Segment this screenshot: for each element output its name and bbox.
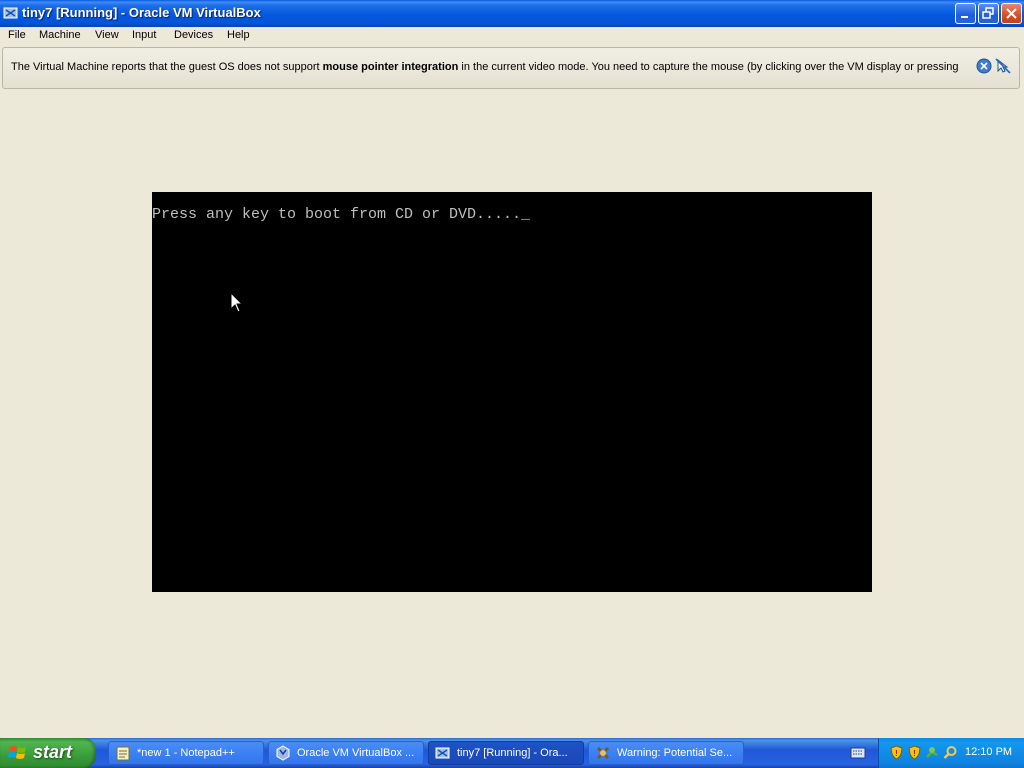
taskbar-item-label: Warning: Potential Se...	[617, 747, 733, 759]
system-tray: ! ! 12:10 PM	[878, 738, 1024, 768]
menu-file[interactable]: File	[8, 29, 26, 41]
virtualbox-icon	[276, 745, 290, 761]
close-icon	[1006, 8, 1017, 19]
vm-display[interactable]: Press any key to boot from CD or DVD....…	[152, 192, 872, 592]
notepad-plus-icon	[116, 746, 130, 761]
search-icon[interactable]	[943, 745, 958, 760]
mouse-integration-notification: The Virtual Machine reports that the gue…	[2, 47, 1020, 89]
close-button[interactable]	[1001, 3, 1022, 24]
menu-machine[interactable]: Machine	[39, 29, 81, 41]
start-label: start	[33, 742, 73, 762]
notification-text-bold: mouse pointer integration	[322, 61, 459, 73]
taskbar: start *new 1 - Notepad++ Oracle VM Virtu…	[0, 738, 1024, 768]
minimize-button[interactable]	[955, 3, 976, 24]
notification-text-start: The Virtual Machine reports that the gue…	[11, 61, 323, 73]
restore-icon	[982, 7, 994, 19]
start-button[interactable]: start	[0, 738, 96, 768]
mouse-cursor-icon	[230, 292, 244, 313]
taskbar-item-warning[interactable]: Warning: Potential Se...	[588, 741, 744, 765]
boot-message: Press any key to boot from CD or DVD....…	[152, 206, 531, 223]
windows-logo-icon	[8, 746, 26, 759]
notification-message: The Virtual Machine reports that the gue…	[11, 61, 966, 73]
taskbar-item-label: *new 1 - Notepad++	[137, 747, 235, 759]
virtualbox-vm-icon	[435, 747, 450, 759]
menu-devices[interactable]: Devices	[174, 29, 213, 41]
security-alert-icon[interactable]: !	[907, 745, 922, 760]
svg-text:!: !	[895, 749, 898, 758]
menu-bar: File Machine View Input Devices Help	[0, 27, 1024, 45]
warning-app-icon	[596, 746, 610, 760]
svg-text:!: !	[913, 749, 916, 758]
menu-help[interactable]: Help	[227, 29, 250, 41]
taskbar-item-tiny7[interactable]: tiny7 [Running] - Ora...	[428, 741, 584, 765]
notification-text-end: in the current video mode. You need to c…	[458, 61, 959, 73]
taskbar-item-notepad[interactable]: *new 1 - Notepad++	[108, 741, 264, 765]
window-title: tiny7 [Running] - Oracle VM VirtualBox	[22, 5, 261, 20]
virtualbox-icon	[3, 7, 18, 19]
security-shield-icon[interactable]: !	[889, 745, 904, 760]
window-title-bar[interactable]: tiny7 [Running] - Oracle VM VirtualBox	[0, 0, 1024, 27]
close-notification-icon[interactable]	[976, 58, 992, 74]
mouse-integration-icon[interactable]	[995, 58, 1011, 74]
network-icon[interactable]	[925, 745, 940, 760]
menu-view[interactable]: View	[95, 29, 119, 41]
restore-button[interactable]	[978, 3, 999, 24]
clock[interactable]: 12:10 PM	[965, 746, 1012, 758]
minimize-icon	[961, 16, 968, 18]
taskbar-item-virtualbox-manager[interactable]: Oracle VM VirtualBox ...	[268, 741, 424, 765]
taskbar-item-label: tiny7 [Running] - Ora...	[457, 747, 568, 759]
taskbar-item-label: Oracle VM VirtualBox ...	[297, 747, 415, 759]
menu-input[interactable]: Input	[132, 29, 156, 41]
keyboard-icon[interactable]	[850, 746, 866, 760]
